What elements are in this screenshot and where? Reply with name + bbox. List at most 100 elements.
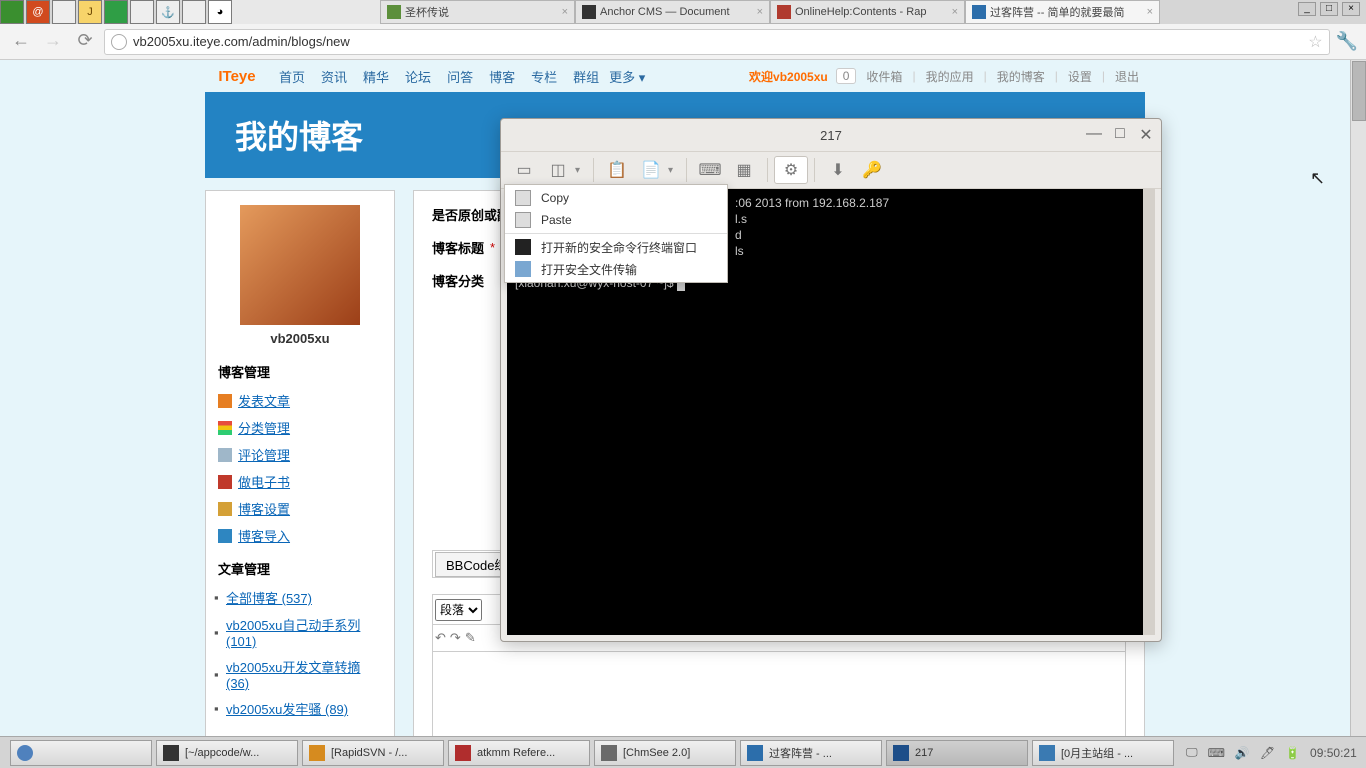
launcher-app[interactable]	[52, 0, 76, 24]
launcher-app[interactable]	[182, 0, 206, 24]
tab-title: 过客阵营 -- 简单的就要最简	[990, 4, 1124, 20]
minimize-icon[interactable]: _	[1298, 2, 1316, 16]
sidebar-item[interactable]: 做电子书	[218, 468, 382, 495]
nav-link[interactable]: 精华	[357, 67, 395, 86]
sidebar-item[interactable]: 评论管理	[218, 441, 382, 468]
forward-button[interactable]: →	[40, 30, 66, 54]
article-category[interactable]: vb2005xu开发文章转摘 (36)	[218, 653, 382, 695]
menu-item-copy[interactable]: Copy	[505, 187, 727, 209]
maximize-icon[interactable]: □	[1111, 125, 1129, 145]
article-category[interactable]: vb2005xu自己动手系列 (101)	[218, 611, 382, 653]
split-icon[interactable]: ◫	[541, 156, 575, 184]
sidebar-item[interactable]: 分类管理	[218, 414, 382, 441]
user-link[interactable]: 设置	[1062, 68, 1098, 85]
back-button[interactable]: ←	[8, 30, 34, 54]
taskbar-item[interactable]: [~/appcode/w...	[156, 740, 298, 766]
nav-link[interactable]: 资讯	[315, 67, 353, 86]
menu-item-file-transfer[interactable]: 打开安全文件传输	[505, 258, 727, 280]
clock[interactable]: 09:50:21	[1310, 746, 1357, 760]
copy-icon[interactable]: 📋	[600, 156, 634, 184]
menu-item-new-terminal[interactable]: 打开新的安全命令行终端窗口	[505, 236, 727, 258]
close-icon[interactable]: ×	[1342, 2, 1360, 16]
taskbar-item[interactable]: atkmm Refere...	[448, 740, 590, 766]
paste-icon[interactable]: 📄	[634, 156, 668, 184]
pen-icon[interactable]: 🖊	[1260, 746, 1275, 760]
gear-icon[interactable]: ⚙	[774, 156, 808, 184]
address-bar[interactable]: vb2005xu.iteye.com/admin/blogs/new ☆	[104, 29, 1330, 55]
launcher-app[interactable]	[104, 0, 128, 24]
browser-tab[interactable]: OnlineHelp:Contents - Rap×	[770, 0, 965, 24]
browser-tab[interactable]: Anchor CMS — Document×	[575, 0, 770, 24]
chm-icon	[601, 745, 617, 761]
nav-link[interactable]: 博客	[483, 67, 521, 86]
chevron-down-icon[interactable]: ▾	[575, 165, 587, 176]
scrollbar-thumb[interactable]	[1352, 61, 1366, 121]
launcher-chrome[interactable]: ◕	[208, 0, 232, 24]
user-link[interactable]: 收件箱	[860, 68, 908, 85]
taskbar-item[interactable]	[10, 740, 152, 766]
launcher-app[interactable]	[0, 0, 24, 24]
paragraph-select[interactable]: 段落	[435, 599, 482, 621]
layout-icon[interactable]: ▦	[727, 156, 761, 184]
nav-link[interactable]: 专栏	[525, 67, 563, 86]
nav-link[interactable]: 首页	[273, 67, 311, 86]
battery-icon[interactable]: 🔋	[1285, 746, 1300, 760]
sidebar-item[interactable]: 发表文章	[218, 387, 382, 414]
download-icon[interactable]: ⬇	[821, 156, 855, 184]
taskbar-item[interactable]: 过客阵营 - ...	[740, 740, 882, 766]
page-scrollbar[interactable]	[1350, 60, 1366, 736]
sidebar-item[interactable]: 博客设置	[218, 495, 382, 522]
browser-tab[interactable]: 圣杯传说×	[380, 0, 575, 24]
minimize-icon[interactable]: —	[1085, 125, 1103, 145]
close-icon[interactable]: ×	[952, 6, 958, 18]
chevron-down-icon[interactable]: ▾	[668, 165, 680, 176]
launcher-app[interactable]: @	[26, 0, 50, 24]
volume-icon[interactable]: 🔊	[1235, 746, 1250, 760]
user-link[interactable]: 我的应用	[920, 68, 980, 85]
keyboard-icon[interactable]: ⌨	[693, 156, 727, 184]
maximize-icon[interactable]: □	[1320, 2, 1338, 16]
iteye-logo[interactable]: ITeye	[205, 64, 269, 88]
redo-icon[interactable]: ↷	[450, 630, 461, 646]
launcher-app[interactable]: J	[78, 0, 102, 24]
nav-link[interactable]: 群组	[567, 67, 605, 86]
menu-item-paste[interactable]: Paste	[505, 209, 727, 231]
tray-icon[interactable]: 🖵	[1186, 745, 1198, 760]
close-icon[interactable]: ×	[757, 6, 763, 18]
nav-link[interactable]: 问答	[441, 67, 479, 86]
article-category[interactable]: vb2005xu发牢骚 (89)	[218, 695, 382, 722]
launcher-app[interactable]	[130, 0, 154, 24]
notification-badge[interactable]: 0	[836, 68, 857, 84]
user-link[interactable]: 退出	[1109, 68, 1145, 85]
taskbar-item[interactable]: [0月主站组 - ...	[1032, 740, 1174, 766]
close-icon[interactable]: ✕	[1137, 125, 1155, 145]
tool-button[interactable]: ✎	[465, 630, 476, 646]
nav-link[interactable]: 论坛	[399, 67, 437, 86]
browser-tab-active[interactable]: 过客阵营 -- 简单的就要最简 ×	[965, 0, 1160, 24]
bookmark-star-icon[interactable]: ☆	[1308, 32, 1322, 52]
address-text: vb2005xu.iteye.com/admin/blogs/new	[133, 34, 350, 49]
user-link[interactable]: 我的博客	[991, 68, 1051, 85]
key-icon[interactable]: 🔑	[855, 156, 889, 184]
transfer-icon	[515, 261, 531, 277]
label-category: 博客分类	[432, 271, 484, 290]
launcher-app[interactable]: ⚓	[156, 0, 180, 24]
taskbar-item[interactable]: [RapidSVN - /...	[302, 740, 444, 766]
taskbar-item-active[interactable]: 217	[886, 740, 1028, 766]
system-tray: 🖵 ⌨ 🔊 🖊 🔋 09:50:21 ↘	[1176, 744, 1366, 762]
window-titlebar[interactable]: 217 — □ ✕	[501, 119, 1161, 151]
reload-button[interactable]: ⟳	[72, 30, 98, 54]
wrench-icon[interactable]: 🔧	[1336, 31, 1358, 52]
close-icon[interactable]: ×	[1147, 6, 1153, 18]
editor-textarea[interactable]	[432, 652, 1126, 736]
nav-more[interactable]: 更多 ▾	[609, 67, 645, 86]
avatar[interactable]	[240, 205, 360, 325]
screen-icon[interactable]: ▭	[507, 156, 541, 184]
terminal-scrollbar[interactable]	[1143, 189, 1155, 635]
taskbar-item[interactable]: [ChmSee 2.0]	[594, 740, 736, 766]
keyboard-icon[interactable]: ⌨	[1208, 746, 1225, 760]
sidebar-item[interactable]: 博客导入	[218, 522, 382, 549]
undo-icon[interactable]: ↶	[435, 630, 446, 646]
article-category[interactable]: 全部博客 (537)	[218, 584, 382, 611]
close-icon[interactable]: ×	[562, 6, 568, 18]
